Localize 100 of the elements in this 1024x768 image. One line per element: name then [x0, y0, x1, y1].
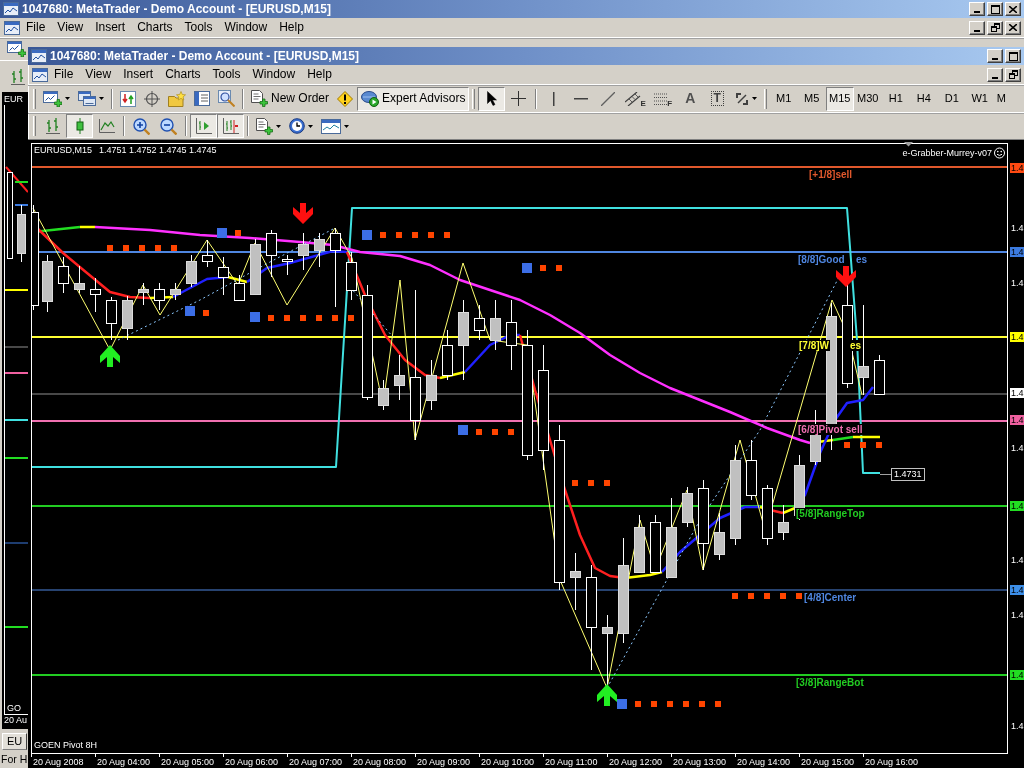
arrows-icon — [734, 91, 749, 106]
time-label: 20 Aug 11:00 — [545, 757, 598, 768]
list-window-icon — [194, 91, 210, 106]
time-label: 20 Aug 04:00 — [97, 757, 151, 768]
chart-window-icon — [4, 20, 20, 35]
menu-item[interactable]: File — [48, 67, 80, 82]
price-label: 1.4 — [1010, 278, 1024, 288]
document-plus-icon — [256, 117, 273, 135]
close-icon — [1009, 24, 1017, 31]
time-label: 20 Aug 15:00 — [801, 757, 855, 768]
dotted-lines-icon — [654, 92, 669, 105]
horizontal-line-icon — [573, 97, 588, 100]
chart-shift-button[interactable] — [217, 114, 244, 138]
time-label: 20 Aug 16:00 — [865, 757, 919, 768]
time-label: 20 Aug 13:00 — [673, 757, 727, 768]
maximize-icon — [1008, 51, 1018, 61]
minimize-button[interactable] — [969, 2, 985, 16]
menu-item[interactable]: Window — [246, 67, 302, 82]
close-button[interactable] — [1005, 20, 1021, 35]
time-label: 20 Aug 07:00 — [289, 757, 343, 768]
window-title: 1047680: MetaTrader - Demo Account - [EURUSD,M15] — [22, 2, 331, 16]
chart-window-icon — [31, 49, 47, 63]
timeframe-button[interactable]: M5 — [797, 86, 826, 111]
time-label: 20 Aug 12:00 — [609, 757, 663, 768]
zoom-out-icon — [160, 117, 177, 135]
price-label: 1.4 — [1010, 610, 1024, 620]
crosshair-circle-icon — [144, 90, 160, 107]
chart-tab[interactable]: EU — [2, 733, 28, 750]
maximize-button[interactable] — [987, 2, 1003, 16]
price-label: 1.4 — [1010, 555, 1024, 565]
cursor-button[interactable] — [478, 86, 506, 111]
zoom-in-icon — [133, 117, 150, 135]
text-tool-button[interactable]: A — [676, 86, 704, 111]
time-label: 20 Aug 08:00 — [353, 757, 407, 768]
menu-item[interactable]: Charts — [159, 67, 207, 82]
cursor-icon — [486, 91, 497, 106]
minimize-button[interactable] — [987, 67, 1003, 82]
document-plus-icon — [251, 90, 268, 107]
minimize-button[interactable] — [987, 49, 1003, 63]
menu-item[interactable]: Insert — [89, 20, 132, 35]
price-tag: 1.4 — [1010, 585, 1024, 595]
close-button[interactable] — [1005, 2, 1021, 16]
menu-item[interactable]: Tools — [206, 67, 247, 82]
candlestick-button[interactable] — [66, 114, 93, 138]
price-label: 1.4 — [1010, 721, 1024, 731]
channel-button[interactable]: E — [621, 86, 650, 111]
expert-advisors-button[interactable]: Expert Advisors — [357, 86, 470, 111]
menu-item[interactable]: Tools — [178, 20, 219, 35]
timeframe-button[interactable]: M1 — [769, 86, 798, 111]
minimize-button[interactable] — [969, 20, 985, 35]
restore-button[interactable] — [987, 20, 1003, 35]
menu-item[interactable]: Help — [301, 67, 338, 82]
timeframe-button[interactable]: M — [993, 86, 1009, 111]
time-label: 20 Aug 09:00 — [417, 757, 471, 768]
timeframe-button[interactable]: M15 — [825, 86, 854, 111]
minimize-icon — [992, 76, 998, 79]
close-icon — [1009, 5, 1017, 13]
magnifier-icon — [218, 90, 235, 107]
channel-icon — [625, 91, 642, 106]
menu-item[interactable]: Charts — [131, 20, 179, 35]
status-text: For H — [0, 752, 28, 766]
levels-button[interactable]: F — [649, 86, 677, 111]
minimize-icon — [974, 29, 980, 32]
chart-plus-icon — [7, 41, 26, 57]
window-title: 1047680: MetaTrader - Demo Account - [EURUSD,M15] — [50, 49, 359, 63]
menu-item[interactable]: View — [79, 67, 118, 82]
diagonal-line-icon — [600, 91, 615, 106]
time-label: 20 Aug 05:00 — [161, 757, 215, 768]
minimize-icon — [992, 58, 998, 60]
time-label: 20 Aug 06:00 — [225, 757, 279, 768]
menu-item[interactable]: Insert — [117, 67, 160, 82]
timeframe-button[interactable]: D1 — [937, 86, 966, 111]
bar-chart-icon — [45, 118, 60, 134]
price-tag: 1.4 — [1010, 332, 1024, 342]
time-label: 20 Aug 14:00 — [737, 757, 791, 768]
time-label: 20 Au — [3, 715, 28, 726]
windows-icon — [78, 91, 96, 106]
timeframe-button[interactable]: W1 — [965, 86, 994, 111]
caret-icon — [751, 97, 757, 100]
maximize-button[interactable] — [1005, 49, 1021, 63]
menu-item[interactable]: Help — [273, 20, 310, 35]
price-tag: 1.4 — [1010, 247, 1024, 257]
price-label: 1.4 — [1010, 223, 1024, 233]
restore-button[interactable] — [1005, 67, 1021, 82]
price-tag: 1.4 — [1010, 670, 1024, 680]
timeframe-button[interactable]: H4 — [909, 86, 938, 111]
vertical-line-icon — [552, 91, 555, 106]
caret-icon — [344, 124, 349, 128]
label-tool-button[interactable]: T — [703, 86, 731, 111]
menu-item[interactable]: File — [20, 20, 52, 35]
chart-window-icon — [32, 67, 48, 82]
menu-item[interactable]: View — [51, 20, 90, 35]
menu-item[interactable]: Window — [218, 20, 274, 35]
chart-window-icon — [3, 2, 19, 16]
timeframe-button[interactable]: H1 — [881, 86, 910, 111]
new-order-button[interactable]: New Order — [247, 86, 333, 111]
timeframe-button[interactable]: M30 — [853, 86, 882, 111]
warning-icon — [337, 90, 353, 107]
auto-scroll-button[interactable] — [190, 114, 217, 138]
caret-icon — [99, 97, 104, 100]
